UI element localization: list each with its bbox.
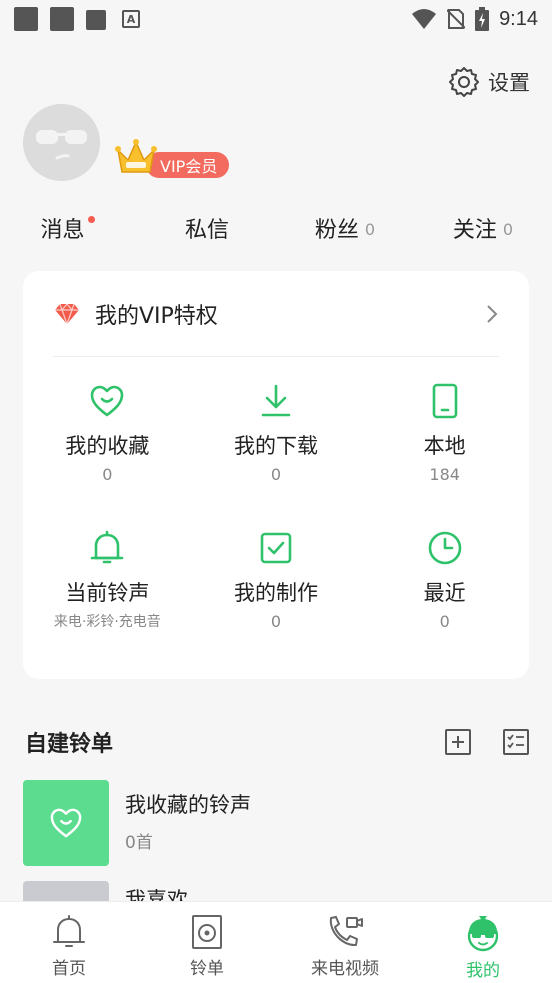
recent[interactable]: 最近 0 [360,528,529,675]
notification-icon [50,7,74,31]
phone-icon [432,383,457,419]
grid-label: 我的收藏 [65,434,150,458]
grid-count: 184 [429,465,460,484]
nav-home[interactable]: 首页 [0,902,138,983]
heart-icon [50,808,82,838]
section-title: 自建铃单 [25,732,114,757]
features-card: 我的VIP特权 我的收藏 0 我的下载 0 本地 184 当前铃声 来电·彩铃·… [23,271,529,679]
my-favorites[interactable]: 我的收藏 0 [23,381,192,528]
local[interactable]: 本地 184 [360,381,529,528]
avatar-icon [23,104,100,181]
grid-label: 我的下载 [234,434,318,458]
grid-count: 0 [439,612,450,631]
my-downloads[interactable]: 我的下载 0 [192,381,361,528]
grid-count: 0 [270,465,282,484]
download-icon [261,384,291,417]
vip-privileges-label: 我的VIP特权 [95,303,218,329]
status-bar: A 9:14 [0,0,552,38]
unread-dot [87,215,95,223]
playlist-name: 我收藏的铃声 [125,793,251,817]
my-creations[interactable]: 我的制作 0 [192,528,361,675]
chevron-right-icon [487,304,498,323]
grid-label: 当前铃声 [65,581,150,605]
wifi-icon [412,9,437,29]
speaker-icon [192,915,222,949]
nav-playlists[interactable]: 铃单 [138,902,276,983]
grid-subtitle: 来电·彩铃·充电音 [53,614,161,630]
social-label: 关注 [452,218,497,243]
feature-grid: 我的收藏 0 我的下载 0 本地 184 当前铃声 来电·彩铃·充电音 我的制作… [23,381,529,675]
nav-label: 铃单 [190,959,224,979]
following-tab[interactable]: 关注 0 [414,208,552,248]
nav-label: 首页 [52,959,86,979]
bell-icon [53,915,85,947]
no-sim-icon [447,9,466,29]
clock-text: 9:14 [499,7,538,30]
nav-label: 我的 [466,961,500,981]
social-label: 私信 [184,218,229,243]
font-icon: A [122,10,140,28]
check-square-icon [260,532,292,564]
nav-mine[interactable]: 我的 [414,902,552,983]
current-ringtone[interactable]: 当前铃声 来电·彩铃·充电音 [23,528,192,675]
social-stats-row: 消息 私信 粉丝 0 关注 0 [0,208,552,248]
nav-label: 来电视频 [311,959,379,979]
fans-tab[interactable]: 粉丝 0 [276,208,414,248]
vip-privileges-row[interactable]: 我的VIP特权 [53,271,499,357]
settings-label: 设置 [488,71,530,95]
diamond-icon [55,302,79,326]
notification-icon [14,7,38,31]
social-count: 0 [364,220,376,239]
nav-call-video[interactable]: 来电视频 [276,902,414,983]
playlist-cover [23,780,109,866]
playlist-count: 0首 [125,833,153,853]
messages-tab[interactable]: 消息 [0,208,138,248]
gear-icon [449,67,479,97]
grid-count: 0 [102,465,113,484]
grid-label: 最近 [423,581,466,605]
bell-icon [91,530,124,564]
avatar-icon [467,916,499,952]
grid-label: 我的制作 [234,581,318,605]
grid-label: 本地 [423,434,466,458]
social-count: 0 [502,220,514,239]
social-label: 消息 [40,218,85,243]
playlist-item[interactable]: 我收藏的铃声 0首 [23,780,529,866]
clock-icon [428,531,461,565]
heart-icon [91,385,124,417]
battery-icon [475,7,490,31]
playlist-section-header: 自建铃单 [25,722,530,762]
notification-icon [86,10,106,30]
bottom-nav: 首页 铃单 来电视频 我的 [0,901,552,983]
social-label: 粉丝 [314,218,359,243]
vip-label: VIP会员 [146,152,230,178]
manage-playlist-icon[interactable] [502,728,530,756]
avatar[interactable] [23,104,100,181]
crown-icon [115,139,157,173]
grid-count: 0 [270,612,282,631]
video-call-icon [329,916,363,947]
private-messages-tab[interactable]: 私信 [138,208,276,248]
add-playlist-icon[interactable] [444,728,472,756]
settings-button[interactable]: 设置 [448,64,530,100]
